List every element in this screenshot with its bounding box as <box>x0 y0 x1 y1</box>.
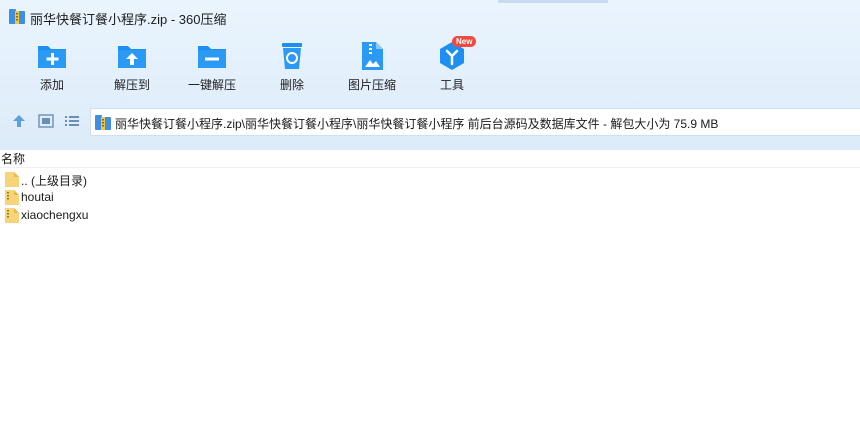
column-header-name[interactable]: 名称 <box>0 150 860 168</box>
tools-icon-wrap: New <box>436 36 477 72</box>
tools-label: 工具 <box>439 78 464 92</box>
add-folder-icon <box>38 46 66 68</box>
zip-folder-icon <box>5 208 19 223</box>
zip-folder-icon <box>5 190 19 205</box>
extract-to-icon <box>118 46 146 68</box>
list-item-parent-directory[interactable]: .. (上级目录) <box>0 170 300 188</box>
address-bar[interactable]: 丽华快餐订餐小程序.zip\丽华快餐订餐小程序\丽华快餐订餐小程序 前后台源码及… <box>90 108 860 136</box>
zip-file-icon <box>95 115 111 130</box>
file-list: 名称 .. (上级目录) houtai xiaochengxu <box>0 150 860 448</box>
list-item-name: houtai <box>21 190 54 204</box>
extract-to-button[interactable]: 解压到 <box>93 40 171 96</box>
address-row: 丽华快餐订餐小程序.zip\丽华快餐订餐小程序\丽华快餐订餐小程序 前后台源码及… <box>0 106 860 136</box>
extract-to-label: 解压到 <box>113 78 150 92</box>
thumbnail-view-icon[interactable] <box>37 113 55 129</box>
list-view-icon[interactable] <box>63 113 81 129</box>
column-name-label: 名称 <box>1 152 26 166</box>
list-item-houtai[interactable]: houtai <box>0 188 300 206</box>
image-compress-button[interactable]: 图片压缩 <box>333 40 411 96</box>
address-path: 丽华快餐订餐小程序.zip\丽华快餐订餐小程序\丽华快餐订餐小程序 前后台源码及… <box>115 117 719 131</box>
add-button[interactable]: 添加 <box>13 40 91 96</box>
tools-button[interactable]: New 工具 <box>413 36 491 96</box>
image-compress-icon <box>362 42 383 70</box>
recycle-bin-icon <box>282 43 302 69</box>
folder-icon <box>5 172 19 187</box>
new-badge: New <box>452 36 477 47</box>
top-bar: 丽华快餐订餐小程序.zip - 360压缩 添加 解压到 一键解压 删除 图片压… <box>0 0 860 150</box>
one-click-extract-icon <box>198 46 226 68</box>
toolbar: 添加 解压到 一键解压 删除 图片压缩 New 工具 <box>0 34 860 96</box>
one-click-extract-label: 一键解压 <box>187 78 236 92</box>
list-item-name: xiaochengxu <box>21 208 89 222</box>
up-arrow-icon[interactable] <box>10 113 28 129</box>
delete-button[interactable]: 删除 <box>253 40 331 96</box>
window-title: 丽华快餐订餐小程序.zip - 360压缩 <box>30 12 227 27</box>
delete-label: 删除 <box>279 78 304 92</box>
list-item-xiaochengxu[interactable]: xiaochengxu <box>0 206 300 224</box>
title-bar-accent <box>498 0 608 3</box>
list-item-name: .. (上级目录) <box>21 174 87 188</box>
add-button-label: 添加 <box>39 78 64 92</box>
title-bar[interactable]: 丽华快餐订餐小程序.zip - 360压缩 <box>0 0 860 34</box>
one-click-extract-button[interactable]: 一键解压 <box>173 40 251 96</box>
image-compress-label: 图片压缩 <box>347 78 396 92</box>
zip-app-icon <box>9 9 25 24</box>
